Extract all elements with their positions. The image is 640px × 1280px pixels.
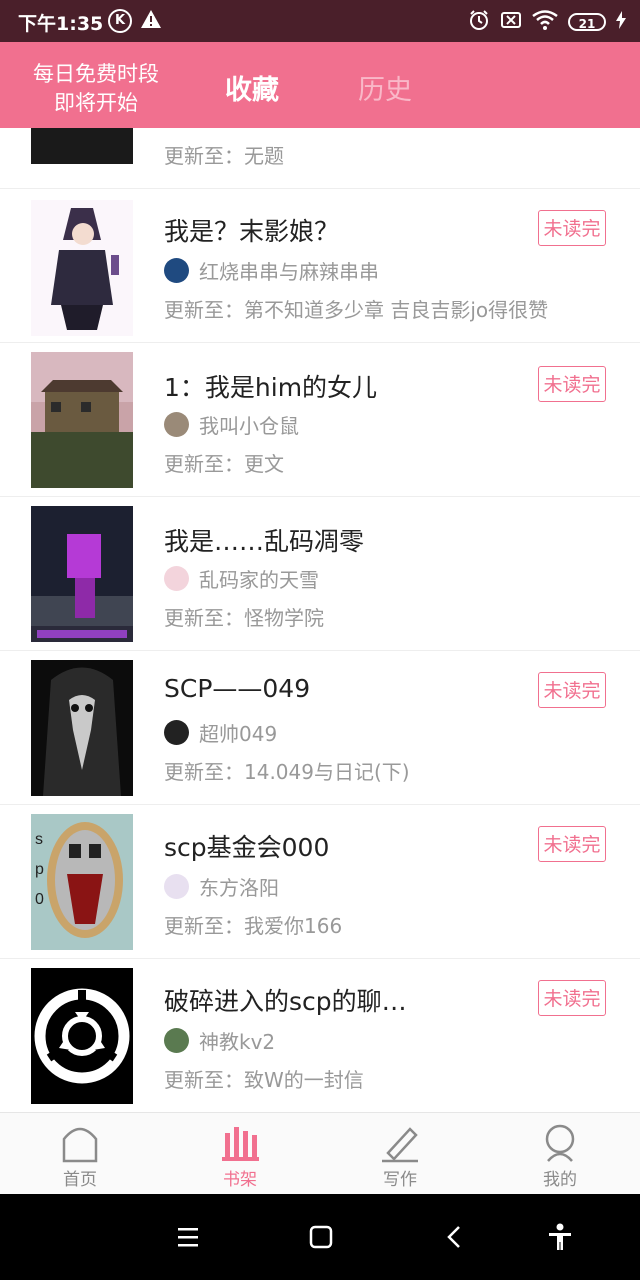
update-text: 更新至：致W的一封信 [164,1068,364,1092]
status-time: 下午1:35 [18,13,104,35]
bookshelf-list[interactable]: 更新至：无题 我是？末影娘？ 红烧串串与麻辣串串 更新至：第不知道多少章 吉良吉… [0,128,640,1112]
no-sim-icon [500,10,522,34]
tab-favorites[interactable]: 收藏 [225,68,279,107]
top-bar: 每日免费时段 即将开始 收藏 历史 [0,42,640,128]
nav-mine[interactable]: 我的 [510,1121,610,1190]
list-item[interactable]: 更新至：无题 [0,128,640,189]
nav-mine-label: 我的 [543,1170,577,1190]
home-icon [30,1121,130,1165]
book-cover [31,352,133,488]
bottom-nav: 首页 书架 写作 我的 [0,1112,640,1195]
book-cover [31,200,133,336]
update-text: 更新至：怪物学院 [164,606,324,630]
list-item[interactable]: 1：我是him的女儿 我叫小仓鼠 更新至：更文 未读完 [0,342,640,497]
unread-badge: 未读完 [538,672,606,708]
unread-badge: 未读完 [538,826,606,862]
accessibility-icon[interactable] [547,1222,573,1256]
svg-text:s: s [35,831,43,848]
author-name: 我叫小仓鼠 [199,414,299,438]
back-icon[interactable] [444,1222,464,1256]
list-item[interactable]: SCP——049 超帅049 更新至：14.049与日记(下) 未读完 [0,650,640,805]
battery-icon: 21 [568,13,606,31]
system-nav-bar [0,1194,640,1280]
status-bar: 下午1:35 K 21 [0,0,640,42]
book-title: scp基金会000 [164,833,330,862]
book-title: SCP——049 [164,674,311,703]
alarm-icon [468,9,490,35]
svg-text:p: p [35,861,44,878]
nav-write-label: 写作 [383,1170,417,1190]
book-cover [31,506,133,642]
tab-history[interactable]: 历史 [358,68,412,107]
author-row: 东方洛阳 [164,872,279,901]
author-name: 乱码家的天雪 [199,568,319,592]
book-cover [31,660,133,796]
book-title: 1：我是him的女儿 [164,373,378,402]
author-avatar [164,412,189,437]
unread-badge: 未读完 [538,980,606,1016]
author-row: 神教kv2 [164,1026,275,1055]
nav-write[interactable]: 写作 [350,1121,450,1190]
list-item[interactable]: 我是……乱码凋零 乱码家的天雪 更新至：怪物学院 [0,496,640,651]
menu-icon[interactable] [176,1222,200,1256]
wifi-icon [532,10,558,34]
svg-text:0: 0 [35,891,44,908]
author-avatar [164,566,189,591]
author-name: 超帅049 [199,722,278,746]
free-period-banner[interactable]: 每日免费时段 即将开始 [22,60,170,118]
book-cover [31,128,133,164]
nav-bookshelf[interactable]: 书架 [190,1121,290,1190]
unread-badge: 未读完 [538,366,606,402]
home-button-icon[interactable] [308,1222,334,1256]
list-item[interactable]: 我是？末影娘？ 红烧串串与麻辣串串 更新至：第不知道多少章 吉良吉影jo得很赞 … [0,188,640,343]
book-title: 我是……乱码凋零 [164,527,365,556]
list-item[interactable]: s p 0 scp基金会000 东方洛阳 更新至：我爱你166 未读完 [0,804,640,959]
promo-line-1: 每日免费时段 [33,62,159,86]
book-cover: s p 0 [31,814,133,950]
book-title: 破碎进入的scp的聊… [164,987,407,1016]
author-avatar [164,258,189,283]
author-avatar [164,720,189,745]
author-row: 乱码家的天雪 [164,564,319,593]
update-text: 更新至：更文 [164,452,284,476]
warning-icon [140,8,162,34]
charging-icon [616,11,626,33]
author-avatar [164,874,189,899]
author-name: 神教kv2 [199,1030,276,1054]
unread-badge: 未读完 [538,210,606,246]
update-text: 更新至：第不知道多少章 吉良吉影jo得很赞 [164,298,549,322]
update-text: 更新至：14.049与日记(下) [164,760,410,784]
nav-home[interactable]: 首页 [30,1121,130,1190]
update-text: 更新至：我爱你166 [164,914,343,938]
author-name: 东方洛阳 [199,876,279,900]
author-name: 红烧串串与麻辣串串 [199,260,379,284]
author-row: 红烧串串与麻辣串串 [164,256,379,285]
nav-home-label: 首页 [63,1170,97,1190]
book-title: 我是？末影娘？ [164,217,340,246]
author-avatar [164,1028,189,1053]
pencil-icon [350,1121,450,1165]
bookshelf-icon [190,1121,290,1165]
author-row: 我叫小仓鼠 [164,410,299,439]
update-text: 更新至：无题 [164,144,284,168]
k-app-icon: K [108,9,132,33]
author-row: 超帅049 [164,718,277,747]
book-cover [31,968,133,1104]
list-item[interactable]: 破碎进入的scp的聊… 神教kv2 更新至：致W的一封信 未读完 [0,958,640,1112]
nav-bookshelf-label: 书架 [223,1170,257,1190]
profile-icon [510,1121,610,1165]
promo-line-2: 即将开始 [54,91,138,115]
